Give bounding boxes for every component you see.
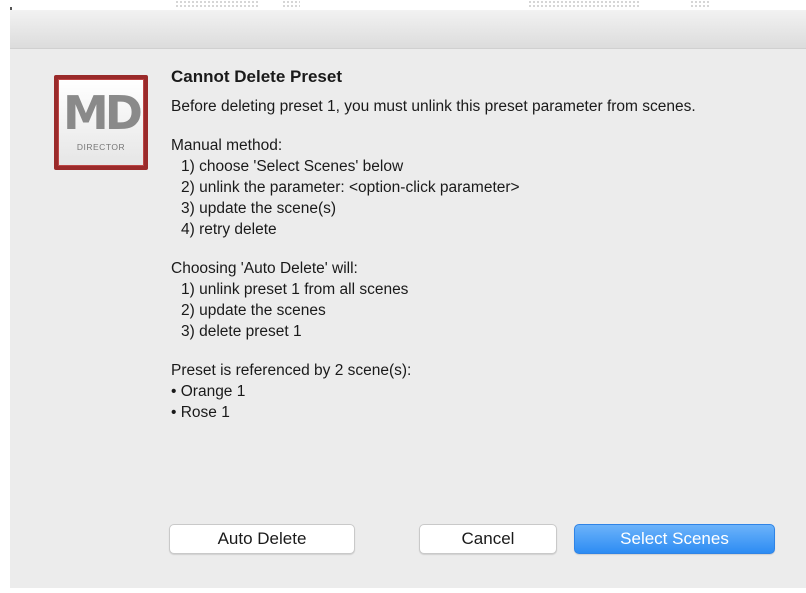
logo-subtitle: DIRECTOR: [76, 142, 126, 152]
scene-list-item: • Rose 1: [171, 404, 230, 421]
background-window-edge: [528, 0, 640, 8]
auto-delete-section: Choosing 'Auto Delete' will: 1) unlink p…: [171, 258, 771, 342]
auto-step: 3) delete preset 1: [181, 323, 302, 340]
auto-delete-button[interactable]: Auto Delete: [169, 524, 355, 554]
manual-step: 4) retry delete: [181, 221, 277, 238]
background-window-edge: [175, 0, 259, 8]
background-window-edge: [282, 0, 300, 8]
md-director-logo: MD DIRECTOR: [54, 75, 148, 170]
background-window-edge: [690, 0, 710, 8]
select-scenes-button[interactable]: Select Scenes: [574, 524, 775, 554]
manual-step: 2) unlink the parameter: <option-click p…: [181, 179, 520, 196]
auto-step: 2) update the scenes: [181, 302, 326, 319]
dialog-message: Cannot Delete Preset Before deleting pre…: [171, 66, 771, 423]
dialog-titlebar: [10, 10, 806, 49]
auto-step: 1) unlink preset 1 from all scenes: [181, 281, 409, 298]
references-heading: Preset is referenced by 2 scene(s):: [171, 362, 412, 379]
manual-method-heading: Manual method:: [171, 137, 283, 154]
manual-method-section: Manual method: 1) choose 'Select Scenes'…: [171, 135, 771, 240]
scene-list-item: • Orange 1: [171, 383, 246, 400]
cancel-button[interactable]: Cancel: [419, 524, 557, 554]
dialog-intro: Before deleting preset 1, you must unlin…: [171, 98, 696, 115]
dialog-title: Cannot Delete Preset: [171, 67, 342, 86]
manual-step: 1) choose 'Select Scenes' below: [181, 158, 404, 175]
logo-mark: MD: [63, 86, 143, 140]
screen: MD DIRECTOR Cannot Delete Preset Before …: [0, 0, 806, 593]
auto-delete-heading: Choosing 'Auto Delete' will:: [171, 260, 358, 277]
references-section: Preset is referenced by 2 scene(s): • Or…: [171, 360, 771, 423]
logo-plate: MD DIRECTOR: [58, 79, 144, 166]
manual-step: 3) update the scene(s): [181, 200, 337, 217]
